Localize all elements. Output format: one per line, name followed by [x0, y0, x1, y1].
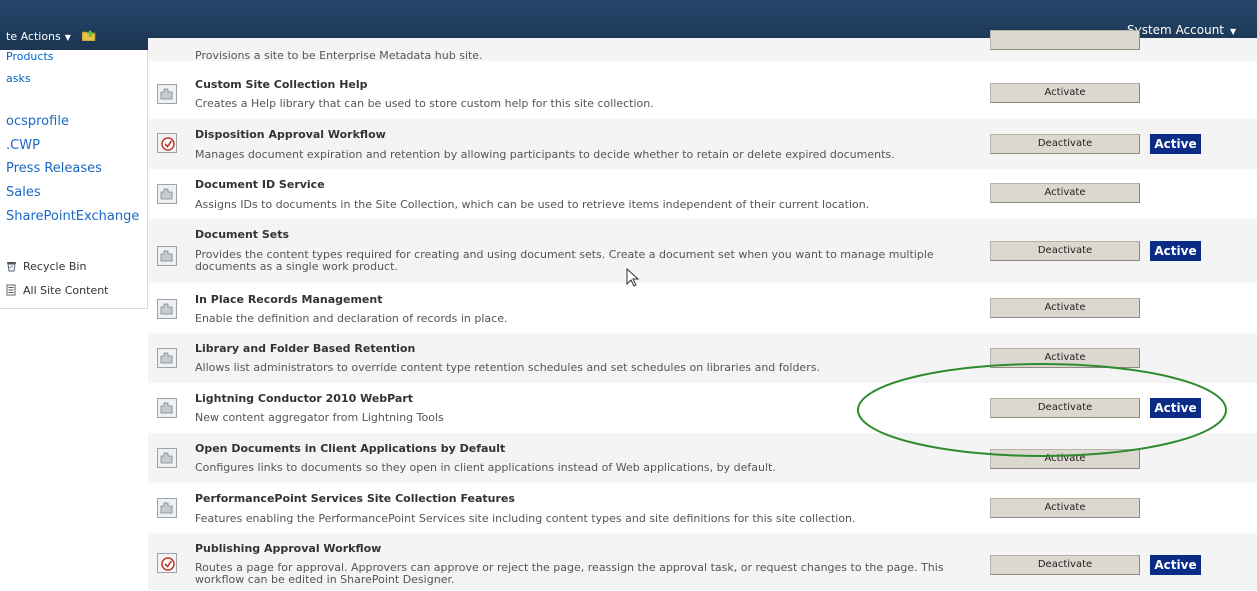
- feature-row: Custom Site Collection Help Creates a He…: [148, 69, 1257, 120]
- feature-title: Document Sets: [195, 228, 290, 241]
- feature-title: Disposition Approval Workflow: [195, 128, 386, 141]
- feature-row: Disposition Approval Workflow Manages do…: [148, 119, 1257, 170]
- feature-title: Custom Site Collection Help: [195, 78, 368, 91]
- activate-button[interactable]: Activate: [990, 298, 1140, 318]
- feature-title: Open Documents in Client Applications by…: [195, 442, 506, 455]
- site-actions-menu[interactable]: te Actions ▼: [6, 30, 71, 43]
- feature-icon: [157, 299, 177, 319]
- highlight-ellipse: [857, 363, 1227, 457]
- feature-row: Document ID Service Assigns IDs to docum…: [148, 169, 1257, 220]
- deactivate-button[interactable]: Deactivate: [990, 134, 1140, 154]
- deactivate-button[interactable]: Deactivate: [990, 555, 1140, 575]
- quick-launch-nav: Products asks ocsprofile .CWP Press Rele…: [0, 50, 148, 309]
- feature-description: Assigns IDs to documents in the Site Col…: [195, 198, 870, 211]
- activate-button[interactable]: Activate: [990, 183, 1140, 203]
- recycle-bin-icon: [7, 262, 16, 272]
- chevron-down-icon: ▼: [64, 33, 71, 42]
- chevron-down-icon: ▼: [1230, 27, 1237, 36]
- feature-description: Manages document expiration and retentio…: [195, 148, 895, 161]
- site-content-icon: [6, 284, 16, 296]
- feature-icon: [157, 448, 177, 468]
- nav-item-sales[interactable]: Sales: [6, 185, 41, 200]
- feature-row-metadata-hub: Provisions a site to be Enterprise Metad…: [148, 30, 1257, 62]
- feature-title: Lightning Conductor 2010 WebPart: [195, 392, 414, 405]
- feature-row: Publishing Approval Workflow Routes a pa…: [148, 533, 1257, 591]
- nav-item-press-releases[interactable]: Press Releases: [6, 161, 102, 176]
- feature-icon: [157, 84, 177, 104]
- user-account-label: System Account: [1127, 23, 1225, 37]
- feature-icon: [157, 398, 177, 418]
- feature-title: Publishing Approval Workflow: [195, 542, 382, 555]
- feature-description: Creates a Help library that can be used …: [195, 97, 654, 110]
- feature-title: Document ID Service: [195, 178, 325, 191]
- feature-description: Provides the content types required for …: [195, 248, 934, 273]
- status-badge: Active: [1150, 241, 1201, 261]
- feature-description: Features enabling the PerformancePoint S…: [195, 512, 856, 525]
- recycle-bin-label: Recycle Bin: [23, 260, 87, 273]
- feature-title: PerformancePoint Services Site Collectio…: [195, 492, 515, 505]
- feature-button[interactable]: [990, 30, 1140, 50]
- feature-description: Routes a page for approval. Approvers ca…: [195, 561, 944, 586]
- feature-icon: [157, 246, 177, 266]
- feature-icon: [157, 498, 177, 518]
- nav-item-sharepointexchange[interactable]: SharePointExchange: [6, 209, 139, 224]
- feature-icon: [157, 348, 177, 368]
- nav-item-products[interactable]: Products: [6, 50, 54, 63]
- feature-title: Library and Folder Based Retention: [195, 342, 416, 355]
- feature-description: Enable the definition and declaration of…: [195, 312, 508, 325]
- feature-icon: [157, 184, 177, 204]
- nav-item-tasks[interactable]: asks: [6, 72, 31, 85]
- folder-icon[interactable]: [82, 30, 96, 41]
- workflow-icon: [157, 553, 177, 573]
- activate-button[interactable]: Activate: [990, 83, 1140, 103]
- activate-button[interactable]: Activate: [990, 498, 1140, 518]
- all-site-content-label: All Site Content: [23, 284, 109, 297]
- site-actions-label: te Actions: [6, 30, 61, 43]
- feature-title: In Place Records Management: [195, 293, 383, 306]
- user-account-menu[interactable]: System Account ▼: [1127, 23, 1236, 37]
- feature-row: Document Sets Provides the content types…: [148, 219, 1257, 284]
- all-site-content-link[interactable]: All Site Content: [6, 284, 109, 297]
- feature-description: Provisions a site to be Enterprise Metad…: [195, 49, 483, 62]
- recycle-bin-link[interactable]: Recycle Bin: [6, 260, 86, 273]
- status-badge: Active: [1150, 134, 1201, 154]
- workflow-icon: [157, 133, 177, 153]
- mouse-cursor-icon: [626, 268, 640, 287]
- feature-description: Configures links to documents so they op…: [195, 461, 776, 474]
- feature-row: In Place Records Management Enable the d…: [148, 283, 1257, 334]
- feature-row: PerformancePoint Services Site Collectio…: [148, 483, 1257, 534]
- status-badge: Active: [1150, 555, 1201, 575]
- nav-item-docsprofile[interactable]: ocsprofile: [6, 114, 69, 129]
- nav-item-cwp[interactable]: .CWP: [6, 138, 40, 153]
- deactivate-button[interactable]: Deactivate: [990, 241, 1140, 261]
